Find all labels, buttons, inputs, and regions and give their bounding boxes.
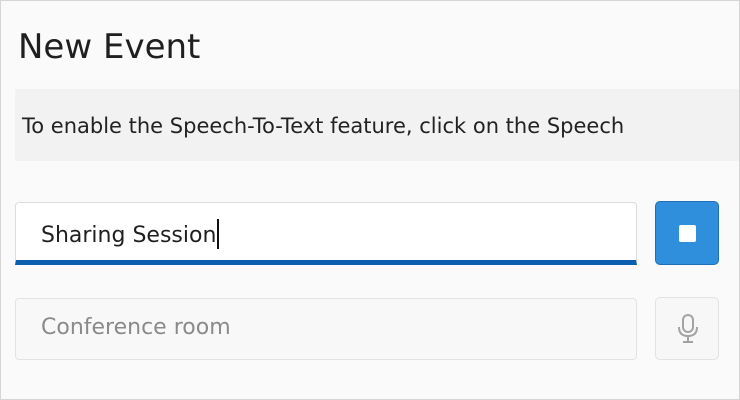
- text-caret: [217, 219, 220, 249]
- location-field[interactable]: Conference room: [15, 298, 637, 360]
- event-name-field[interactable]: Sharing Session: [15, 202, 637, 265]
- stop-recording-button[interactable]: [655, 201, 719, 265]
- microphone-button[interactable]: [655, 297, 719, 360]
- event-name-text[interactable]: Sharing Session: [41, 219, 220, 250]
- event-name-value: Sharing Session: [41, 223, 217, 248]
- info-banner: To enable the Speech-To-Text feature, cl…: [15, 89, 739, 161]
- page-title: New Event: [18, 27, 201, 67]
- stop-icon: [679, 225, 696, 242]
- microphone-icon: [678, 314, 698, 343]
- new-event-dialog: New Event To enable the Speech-To-Text f…: [0, 0, 740, 400]
- location-placeholder: Conference room: [41, 315, 231, 340]
- info-banner-text: To enable the Speech-To-Text feature, cl…: [22, 114, 625, 138]
